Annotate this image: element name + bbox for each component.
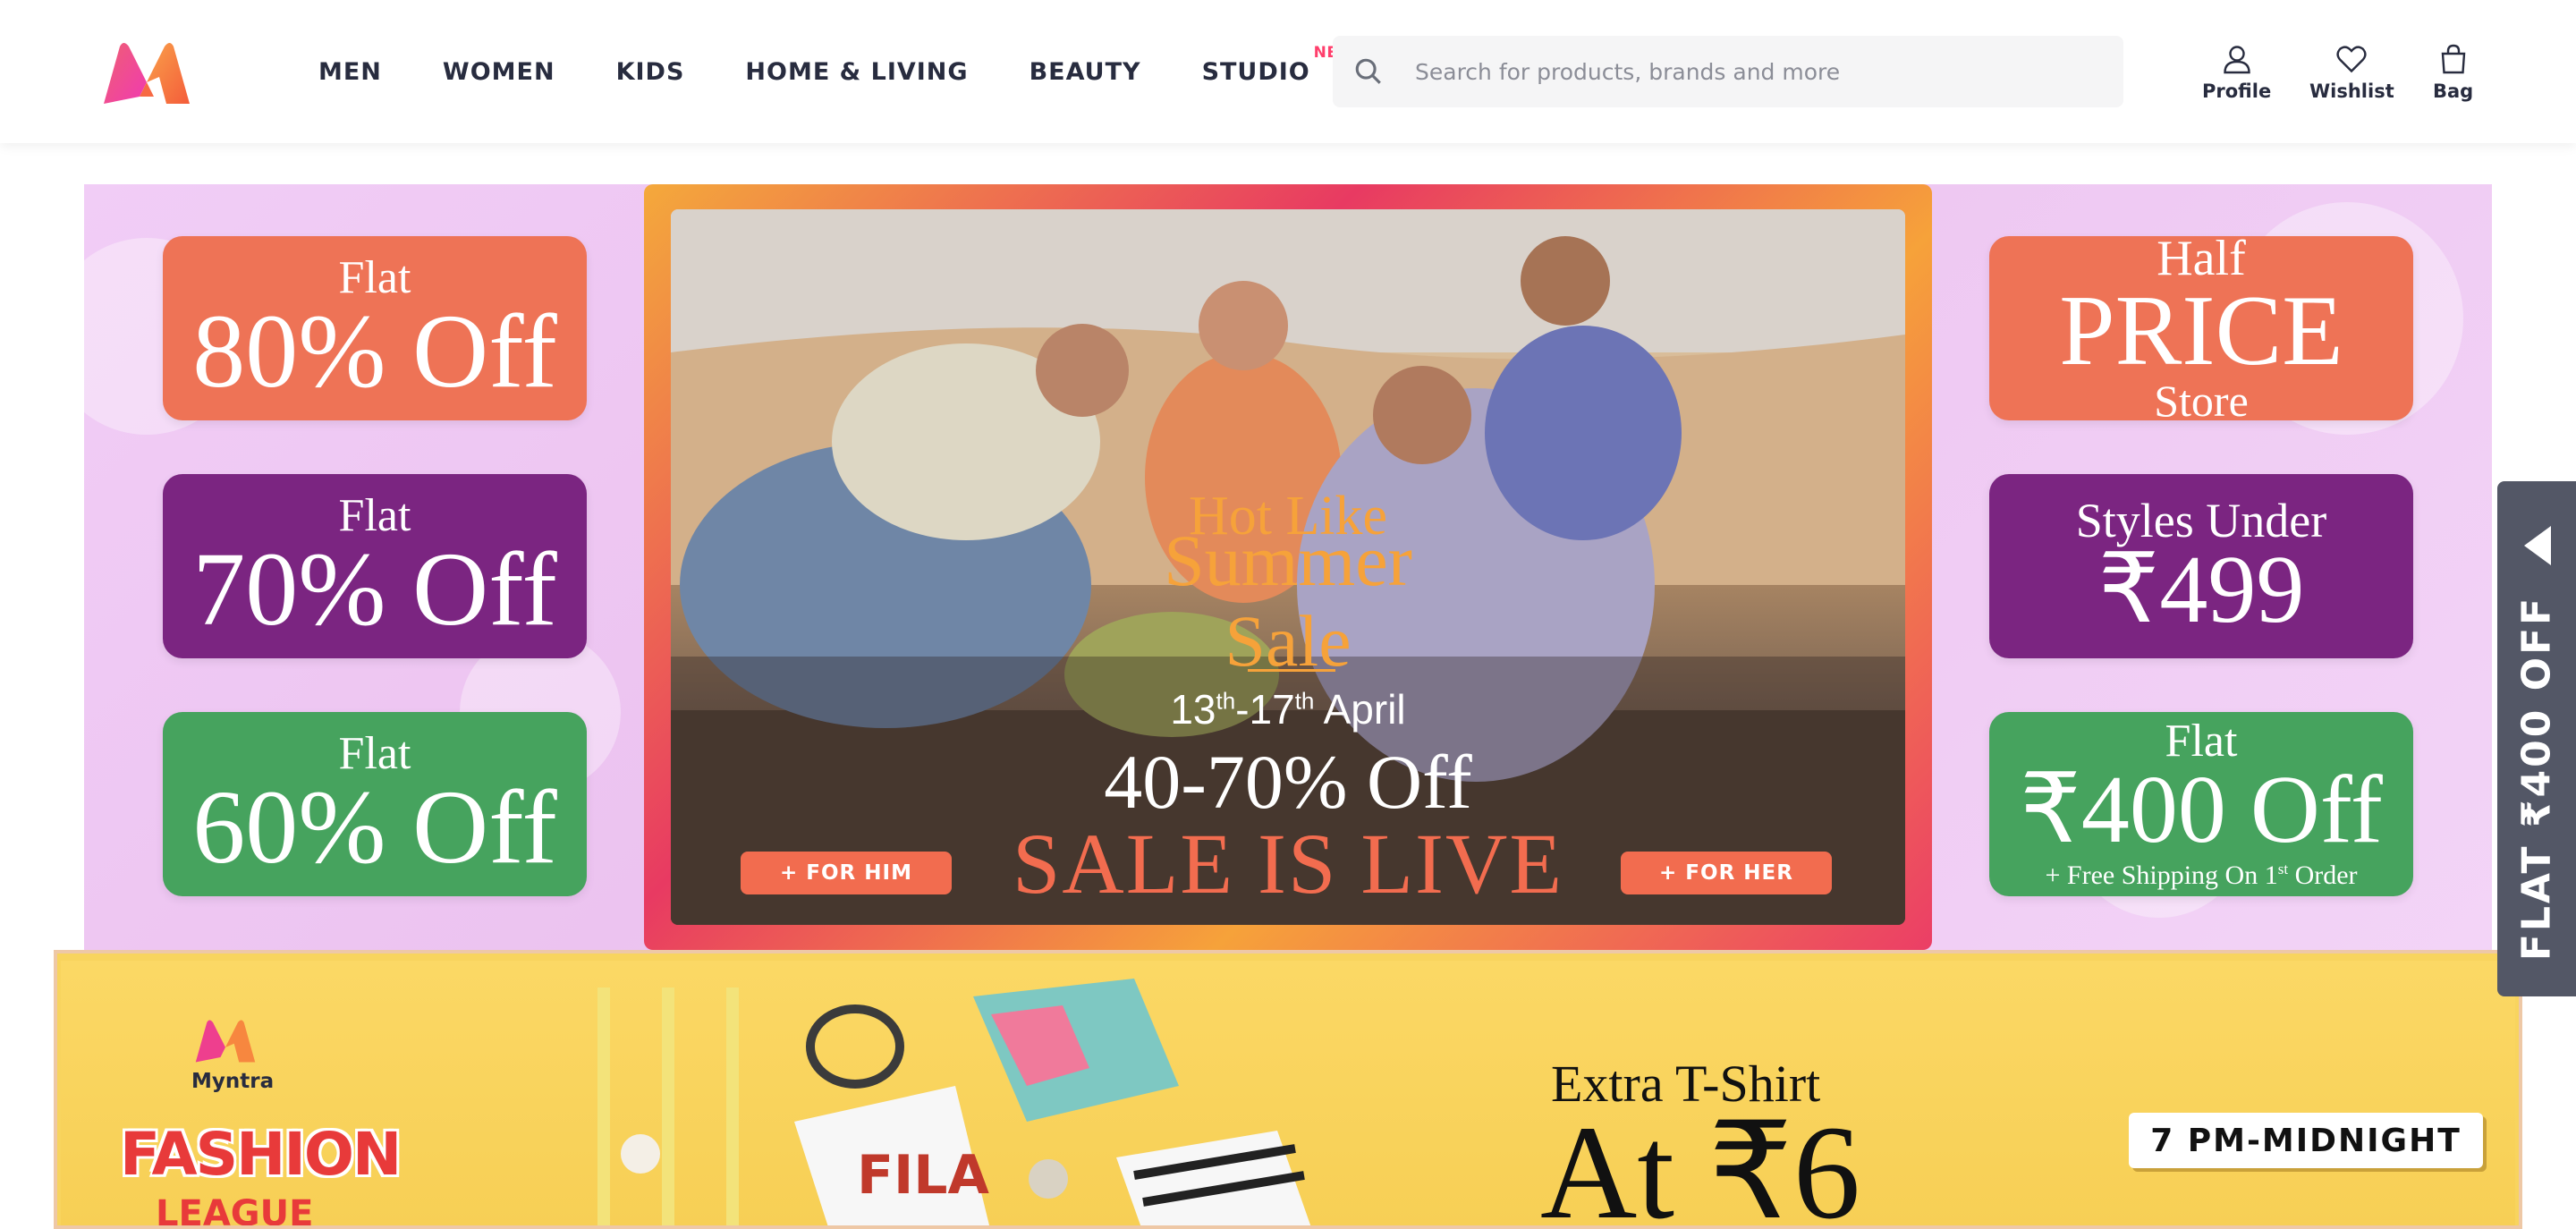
- offer-flat-80[interactable]: Flat 80% Off: [163, 236, 587, 420]
- brand-name: Myntra: [191, 1070, 275, 1093]
- summer-sale-photo: Hot Like Summer Sale 13th-17th April 40-…: [671, 209, 1905, 925]
- offer-value: 80% Off: [192, 292, 557, 410]
- heart-icon: [2336, 46, 2367, 73]
- fine-print-sup: st: [2277, 860, 2289, 877]
- flat-400-off-side-tab[interactable]: FLAT ₹400 OFF: [2497, 481, 2576, 996]
- fashion-league-banner[interactable]: FILA Myntra FASHION LEAGUE Extra T-Shirt…: [54, 950, 2522, 1229]
- offer-label: Store: [2154, 376, 2249, 427]
- svg-text:FILA: FILA: [857, 1144, 990, 1207]
- date-end-sup: th: [1294, 687, 1315, 715]
- search-bar[interactable]: [1333, 36, 2123, 107]
- nav-home-living[interactable]: HOME & LIVING: [745, 58, 968, 86]
- profile-label: Profile: [2202, 81, 2272, 102]
- myntra-logo[interactable]: [100, 41, 193, 106]
- offer-value: ₹400 Off: [2020, 757, 2383, 864]
- discount-range: 40-70% Off: [1104, 739, 1472, 825]
- fashion-league-background: FILA: [61, 961, 2515, 1225]
- offer-value: 70% Off: [192, 530, 557, 648]
- hero-sale-banner[interactable]: Flat 80% Off Flat 70% Off Flat 60% Off H…: [84, 184, 2492, 950]
- sale-dates: 13th-17th April: [671, 685, 1905, 733]
- offer-flat-70[interactable]: Flat 70% Off: [163, 474, 587, 658]
- bag-label: Bag: [2433, 81, 2474, 102]
- for-her-button[interactable]: + FOR HER: [1621, 852, 1832, 894]
- nav-men[interactable]: MEN: [318, 58, 382, 86]
- fine-print-pre: + Free Shipping On 1: [2045, 860, 2278, 890]
- main-nav: MEN WOMEN KIDS HOME & LIVING BEAUTY STUD…: [318, 0, 1371, 143]
- nav-studio[interactable]: STUDIO NEW: [1201, 44, 1355, 86]
- summer-text: Summer: [1164, 520, 1412, 601]
- for-him-button[interactable]: + FOR HIM: [741, 852, 952, 894]
- chevron-left-icon[interactable]: [2524, 526, 2551, 565]
- league-text: LEAGUE: [156, 1193, 314, 1229]
- top-header: MEN WOMEN KIDS HOME & LIVING BEAUTY STUD…: [0, 0, 2576, 143]
- offer-value: 60% Off: [192, 767, 557, 886]
- nav-beauty[interactable]: BEAUTY: [1030, 58, 1141, 86]
- bag-button[interactable]: Bag: [2433, 43, 2473, 102]
- wishlist-button[interactable]: Wishlist: [2309, 43, 2394, 102]
- offer-half-price-store[interactable]: Half PRICE Store: [1989, 233, 2413, 427]
- divider: [1248, 669, 1335, 672]
- side-tab-text: FLAT ₹400 OFF: [2513, 595, 2560, 962]
- date-month: April: [1314, 686, 1406, 733]
- offer-value: ₹499: [2097, 536, 2305, 643]
- offer-flat-60[interactable]: Flat 60% Off: [163, 712, 587, 896]
- nav-studio-label: STUDIO: [1201, 57, 1310, 86]
- tshirt-price: At ₹6: [1540, 1098, 1860, 1229]
- fine-print-post: Order: [2288, 860, 2358, 890]
- nav-women[interactable]: WOMEN: [443, 58, 555, 86]
- nav-kids[interactable]: KIDS: [616, 58, 685, 86]
- profile-icon: [2223, 46, 2250, 74]
- date-start: 13: [1170, 686, 1216, 733]
- bag-icon: [2441, 44, 2465, 74]
- wishlist-label: Wishlist: [2309, 81, 2394, 102]
- date-start-sup: th: [1216, 687, 1236, 715]
- myntra-logo: [195, 1020, 256, 1063]
- offer-value: PRICE: [2059, 275, 2343, 386]
- time-window-badge: 7 PM-MIDNIGHT: [2129, 1113, 2483, 1168]
- search-input[interactable]: [1415, 58, 2095, 85]
- date-end: -17: [1235, 686, 1295, 733]
- tshirt-collage-illustration: FILA: [597, 979, 1311, 1225]
- profile-button[interactable]: Profile: [2202, 43, 2271, 102]
- fashion-text: FASHION: [120, 1120, 402, 1189]
- offer-flat-400[interactable]: Flat ₹400 Off + Free Shipping On 1st Ord…: [1989, 712, 2413, 896]
- search-icon[interactable]: [1333, 36, 1404, 107]
- offer-fine-print: + Free Shipping On 1st Order: [2045, 860, 2357, 890]
- summer-sale-frame[interactable]: Hot Like Summer Sale 13th-17th April 40-…: [644, 184, 1932, 950]
- offer-styles-under-499[interactable]: Styles Under ₹499: [1989, 474, 2413, 658]
